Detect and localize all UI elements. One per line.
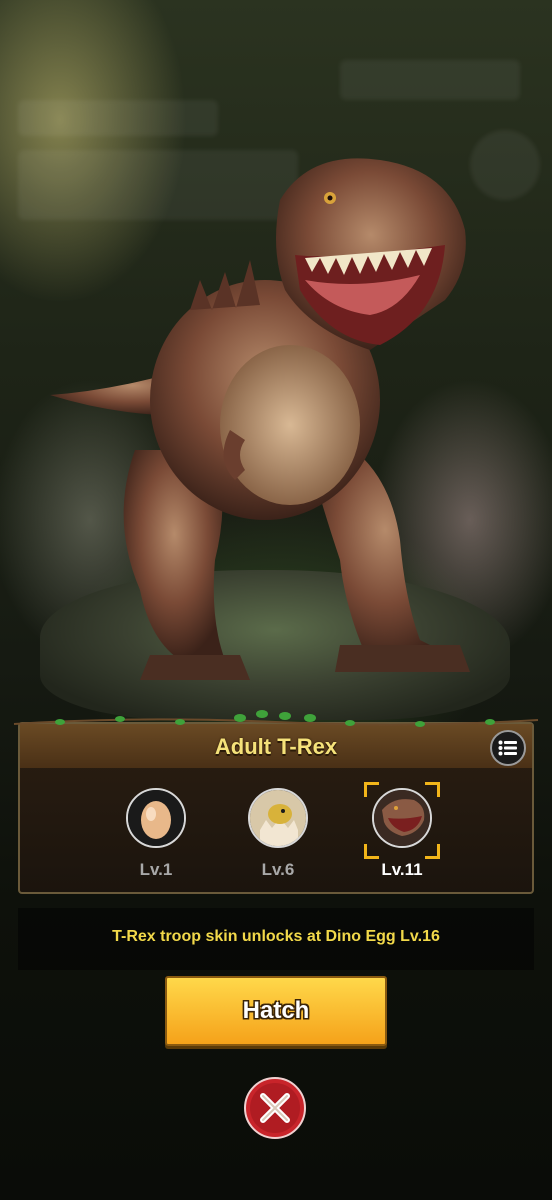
stage-item-egg[interactable]: Lv.1 <box>116 788 196 880</box>
close-icon <box>244 1077 306 1139</box>
dino-stage-card: Adult T-Rex Lv.1 Lv.6 Lv.11 <box>18 722 534 894</box>
list-button[interactable] <box>490 730 526 766</box>
vine-decoration <box>13 710 539 727</box>
hatch-button[interactable]: Hatch <box>165 976 387 1046</box>
stage-item-hatchling[interactable]: Lv.6 <box>238 788 318 880</box>
egg-icon <box>126 788 186 848</box>
trex-image <box>50 158 470 680</box>
stage-item-adult[interactable]: Lv.11 <box>362 782 442 880</box>
hatchling-icon <box>248 788 308 848</box>
selection-bracket <box>425 844 440 859</box>
close-button[interactable] <box>243 1076 307 1140</box>
list-icon <box>498 740 517 756</box>
selection-bracket <box>364 782 379 797</box>
selection-bracket <box>364 844 379 859</box>
stage-level-label: Lv.6 <box>261 860 295 879</box>
blurred-background-panel <box>18 100 218 136</box>
selection-bracket <box>425 782 440 797</box>
adult-trex-icon <box>372 788 432 848</box>
stage-level-label: Lv.1 <box>139 860 173 879</box>
unlock-description: T-Rex troop skin unlocks at Dino Egg Lv.… <box>112 928 440 945</box>
stage-title: Adult T-Rex <box>214 734 338 759</box>
stage-level-label: Lv.11 <box>381 860 423 879</box>
hatch-button-label: Hatch <box>242 997 310 1024</box>
blurred-background-panel <box>340 60 520 100</box>
